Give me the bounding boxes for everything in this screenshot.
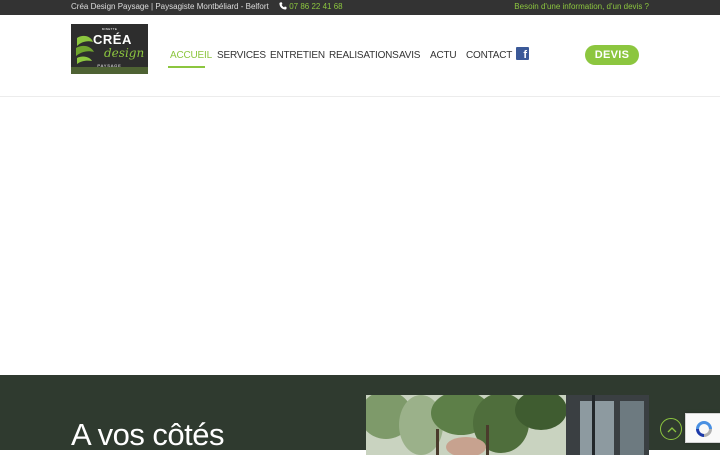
logo-text-top: MINETTE	[101, 27, 118, 31]
nav-active-underline	[168, 66, 205, 68]
section-title: A vos côtés	[71, 417, 225, 452]
top-info-left: Créa Design Paysage | Paysagiste Montbél…	[71, 2, 343, 11]
nav-item-actu[interactable]: ACTU	[430, 50, 457, 61]
devis-button[interactable]: DEVIS	[585, 45, 639, 65]
phone-link[interactable]: 07 86 22 41 68	[277, 2, 343, 11]
info-request-link[interactable]: Besoin d'une information, d'un devis ?	[514, 2, 649, 11]
garden-photo	[366, 395, 649, 455]
nav-item-realisations[interactable]: REALISATIONS	[329, 50, 399, 61]
top-info-bar: Créa Design Paysage | Paysagiste Montbél…	[0, 0, 720, 15]
garden-photo-art	[366, 395, 649, 455]
site-logo[interactable]: MINETTE CRÉA design PAYSAGE	[71, 24, 148, 74]
intro-section: A vos côtés	[0, 375, 720, 455]
recaptcha-icon	[696, 421, 712, 437]
company-tagline: Créa Design Paysage | Paysagiste Montbél…	[71, 2, 269, 11]
nav-item-avis[interactable]: AVIS	[399, 50, 420, 61]
nav-item-entretien[interactable]: ENTRETIEN	[270, 50, 325, 61]
nav-item-services[interactable]: SERVICES	[217, 50, 266, 61]
recaptcha-badge[interactable]	[685, 413, 720, 443]
chevron-up-icon	[667, 427, 677, 433]
nav-item-accueil[interactable]: ACCUEIL	[170, 50, 212, 61]
hero-area	[0, 97, 720, 375]
facebook-icon[interactable]: f	[516, 47, 529, 61]
scroll-to-top-button[interactable]	[660, 418, 682, 440]
phone-icon	[279, 2, 287, 10]
site-header: MINETTE CRÉA design PAYSAGE ACCUEIL SERV…	[0, 15, 720, 97]
logo-text-crea: CRÉA	[93, 32, 132, 47]
phone-number[interactable]: 07 86 22 41 68	[289, 2, 342, 11]
logo-text-paysage: PAYSAGE	[97, 63, 122, 68]
logo-text-design: design	[104, 46, 145, 60]
nav-item-contact[interactable]: CONTACT	[466, 50, 512, 61]
